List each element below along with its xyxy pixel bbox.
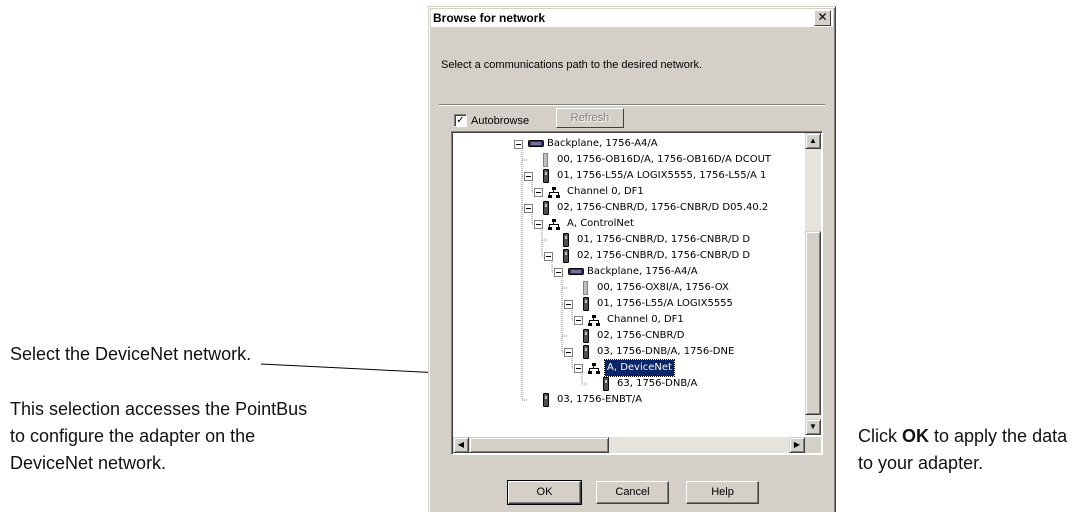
collapse-toggle-icon[interactable] [564,348,573,357]
collapse-toggle-icon[interactable] [554,268,563,277]
tree-item-label: 00, 1756-OB16D/A, 1756-OB16D/A DCOUT [557,154,772,165]
scrollbar-corner [805,437,821,453]
collapse-toggle-icon[interactable] [514,140,523,149]
collapse-toggle-icon[interactable] [574,364,583,373]
module-icon [543,169,549,183]
close-icon[interactable]: ✕ [814,10,831,26]
tree-item-label: 01, 1756-L55/A LOGIX5555, 1756-L55/A 1 [557,170,767,181]
network-icon [548,219,560,230]
scroll-left-icon[interactable]: ◀ [453,437,469,453]
module-icon [583,297,589,311]
tree-item-label: 01, 1756-L55/A LOGIX5555 [597,298,733,309]
tree-item-label: Channel 0, DF1 [567,186,644,197]
network-icon [548,187,560,198]
slot-icon [583,281,588,295]
vertical-scroll-thumb[interactable] [805,231,821,415]
tree-item-label: 02, 1756-CNBR/D, 1756-CNBR/D D05.40.2 [557,202,769,213]
autobrowse-label: Autobrowse [471,115,530,127]
cancel-button[interactable]: Cancel [596,481,669,504]
module-icon [583,345,589,359]
tree-item[interactable]: 03, 1756-ENBT/A [454,392,805,408]
collapse-toggle-icon[interactable] [544,252,553,261]
module-icon [543,393,549,407]
tree-item[interactable]: 01, 1756-L55/A LOGIX5555 [454,296,805,312]
dialog-title: Browse for network [433,11,546,25]
scroll-up-icon[interactable]: ▲ [805,133,821,149]
tree-viewport: Backplane, 1756-A4/A 00, 1756-OB16D/A, 17… [454,134,805,436]
collapse-toggle-icon[interactable] [534,220,543,229]
tree-item[interactable]: Channel 0, DF1 [454,312,805,328]
scroll-right-icon[interactable]: ▶ [789,437,805,453]
tree-item[interactable]: 63, 1756-DNB/A [454,376,805,392]
network-icon [588,315,600,326]
backplane-icon [528,140,544,147]
tree-item[interactable]: 02, 1756-CNBR/D [454,328,805,344]
module-icon [563,233,569,247]
module-icon [563,249,569,263]
tree-item-label: Backplane, 1756-A4/A [547,138,658,149]
backplane-icon [568,268,584,275]
tree-item[interactable]: Channel 0, DF1 [454,184,805,200]
tree-item[interactable]: 02, 1756-CNBR/D, 1756-CNBR/D D05.40.2 [454,200,805,216]
dialog-titlebar[interactable]: Browse for network ✕ [431,9,833,27]
scroll-down-icon[interactable]: ▼ [805,419,821,435]
help-button[interactable]: Help [686,481,759,504]
tree-item-label: 63, 1756-DNB/A [617,378,698,389]
horizontal-scroll-thumb[interactable] [469,437,609,453]
tree-item-label: 02, 1756-CNBR/D [597,330,685,341]
tree-item-label: Channel 0, DF1 [607,314,684,325]
collapse-toggle-icon[interactable] [524,204,533,213]
autobrowse-checkbox[interactable]: ✓ [454,114,467,127]
tree-item-label: 03, 1756-ENBT/A [557,394,643,405]
tree-item-label: 00, 1756-OX8I/A, 1756-OX [597,282,729,293]
tree-item[interactable]: 00, 1756-OB16D/A, 1756-OB16D/A DCOUT [454,152,805,168]
ok-button[interactable]: OK [507,480,582,505]
module-icon [583,329,589,343]
tree-item[interactable]: 01, 1756-CNBR/D, 1756-CNBR/D D [454,232,805,248]
tree-item[interactable]: A, ControlNet [454,216,805,232]
tree-item[interactable]: Backplane, 1756-A4/A [454,264,805,280]
tree-item-label: A, DeviceNet [604,359,675,377]
refresh-button[interactable]: Refresh [556,108,624,128]
module-icon [603,377,609,391]
tree-item-label: A, ControlNet [567,218,634,229]
collapse-toggle-icon[interactable] [524,172,533,181]
tree-item-label: 01, 1756-CNBR/D, 1756-CNBR/D D [577,234,751,245]
collapse-toggle-icon[interactable] [574,316,583,325]
slot-icon [543,153,548,167]
tree-item-label: Backplane, 1756-A4/A [587,266,698,277]
separator [439,104,825,106]
horizontal-scrollbar[interactable]: ◀ ▶ [453,437,805,453]
tree-item[interactable]: 01, 1756-L55/A LOGIX5555, 1756-L55/A 1 [454,168,805,184]
module-icon [543,201,549,215]
tree-item[interactable]: Backplane, 1756-A4/A [454,136,805,152]
tree-item[interactable]: 00, 1756-OX8I/A, 1756-OX [454,280,805,296]
tree-item-label: 03, 1756-DNB/A, 1756-DNE [597,346,735,357]
vertical-scrollbar[interactable]: ▲ ▼ [805,133,821,435]
collapse-toggle-icon[interactable] [564,300,573,309]
network-tree[interactable]: Backplane, 1756-A4/A 00, 1756-OB16D/A, 17… [451,131,823,455]
network-icon [588,363,600,374]
collapse-toggle-icon[interactable] [534,188,543,197]
browse-network-dialog: Browse for network ✕ Select a communicat… [428,6,836,512]
tree-item-devicenet-selected[interactable]: A, DeviceNet [454,359,805,377]
tree-item-label: 02, 1756-CNBR/D, 1756-CNBR/D D [577,250,751,261]
instruction-text: Select a communications path to the desi… [441,59,703,71]
tree-item[interactable]: 03, 1756-DNB/A, 1756-DNE [454,344,805,360]
tree-item[interactable]: 02, 1756-CNBR/D, 1756-CNBR/D D [454,248,805,264]
